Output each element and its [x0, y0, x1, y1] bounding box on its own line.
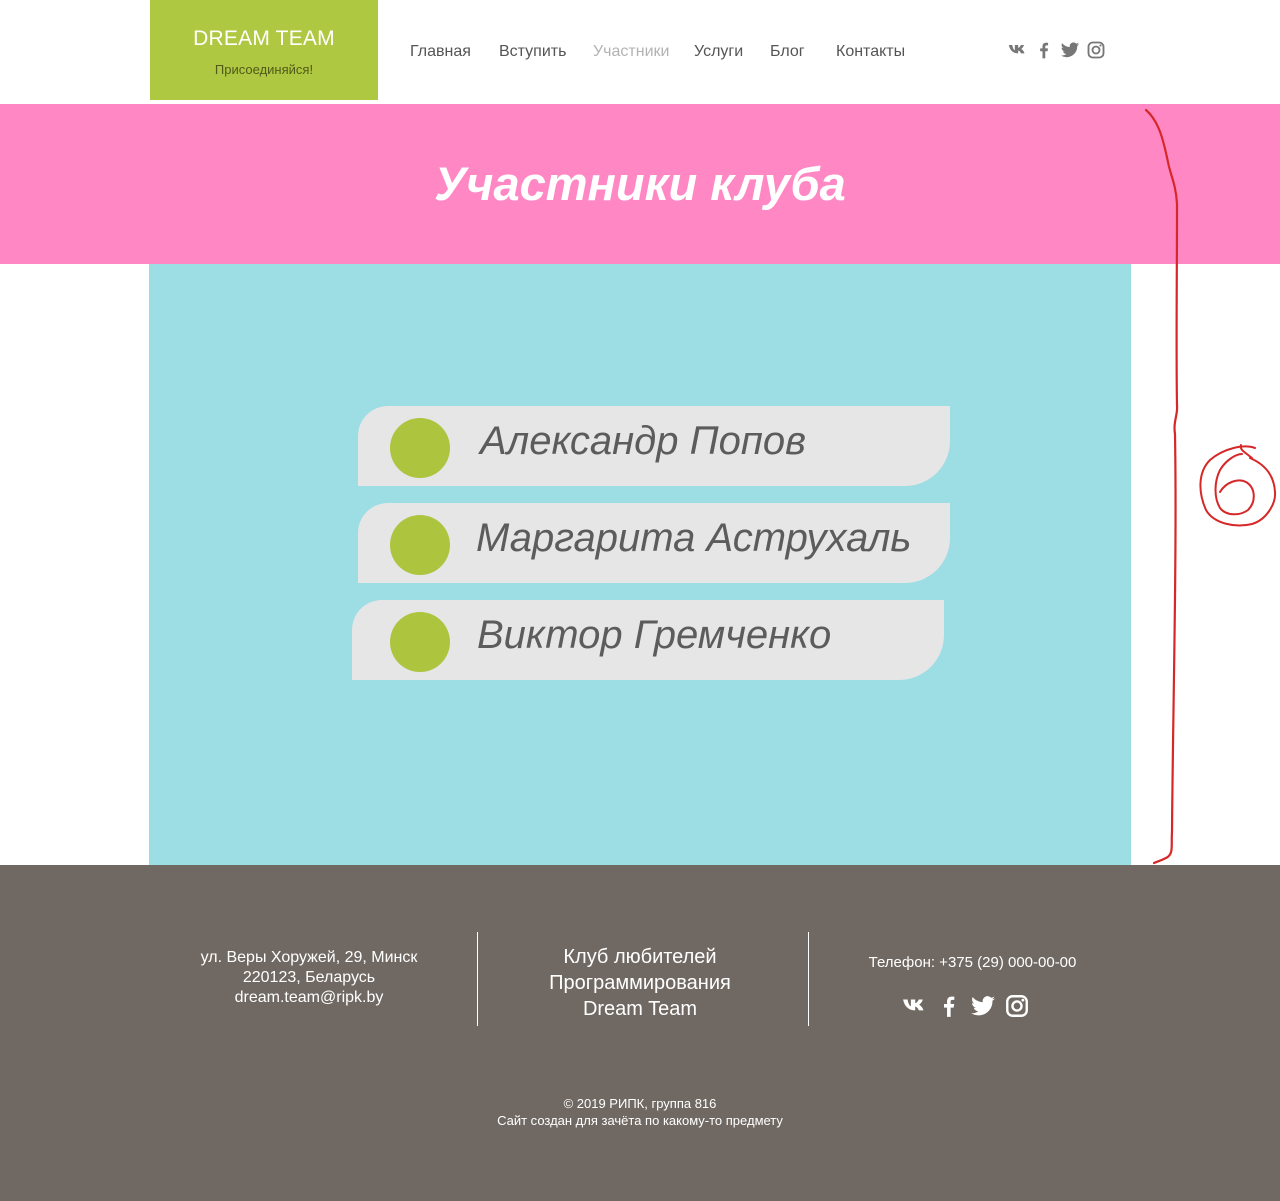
vk-icon[interactable]	[1008, 40, 1028, 60]
twitter-icon[interactable]	[1060, 40, 1080, 60]
annotation-number-six	[1199, 444, 1277, 527]
club-line-3: Dream Team	[582, 998, 698, 1020]
member-name: Маргарита Аструхаль	[476, 516, 912, 560]
logo-title: DREAM TEAM	[193, 27, 335, 50]
nav-home[interactable]: Главная	[410, 43, 471, 61]
address-city: 220123, Беларусь	[242, 969, 376, 986]
nav-members[interactable]: Участники	[593, 43, 669, 61]
copyright-line-2: Сайт создан для зачёта по какому-то пред…	[497, 1113, 783, 1128]
member-card[interactable]: Маргарита Аструхаль	[358, 503, 950, 583]
member-name: Виктор Гремченко	[477, 613, 832, 657]
page-banner: Участники клуба	[0, 104, 1280, 264]
member-avatar	[390, 418, 450, 478]
member-name: Александр Попов	[480, 419, 807, 463]
member-card[interactable]: Виктор Гремченко	[352, 600, 944, 680]
logo[interactable]: DREAM TEAM Присоединяйся!	[150, 0, 378, 100]
footer-address: ул. Веры Хоружей, 29, Минск 220123, Бела…	[180, 948, 438, 1008]
nav-contacts[interactable]: Контакты	[836, 43, 905, 61]
facebook-icon[interactable]	[1034, 40, 1054, 60]
footer-club-name: Клуб любителей Программирования Dream Te…	[500, 944, 780, 1022]
logo-subtitle: Присоединяйся!	[214, 62, 314, 77]
member-avatar	[390, 515, 450, 575]
facebook-icon[interactable]	[936, 993, 962, 1019]
address-email[interactable]: dream.team@ripk.by	[180, 988, 438, 1008]
club-line-1: Клуб любителей	[563, 946, 717, 968]
instagram-icon[interactable]	[1086, 40, 1106, 60]
nav-blog[interactable]: Блог	[770, 43, 805, 61]
member-avatar	[390, 612, 450, 672]
vk-icon[interactable]	[902, 993, 928, 1019]
nav-services[interactable]: Услуги	[694, 43, 743, 61]
instagram-icon[interactable]	[1004, 993, 1030, 1019]
site-footer: ул. Веры Хоружей, 29, Минск 220123, Бела…	[0, 865, 1280, 1201]
footer-phone: Телефон: +375 (29) 000-00-00	[868, 954, 1077, 971]
site-header: DREAM TEAM Присоединяйся! Главная Вступи…	[0, 0, 1280, 104]
copyright-line-1: © 2019 РИПК, группа 816	[563, 1096, 717, 1111]
page-title: Участники клуба	[434, 157, 846, 210]
members-panel: Александр Попов Маргарита Аструхаль Викт…	[149, 264, 1131, 865]
footer-divider	[808, 932, 809, 1026]
twitter-icon[interactable]	[970, 993, 996, 1019]
club-line-2: Программирования	[549, 972, 731, 994]
member-card[interactable]: Александр Попов	[358, 406, 950, 486]
footer-divider	[477, 932, 478, 1026]
address-street: ул. Веры Хоружей, 29, Минск	[200, 949, 418, 966]
nav-join[interactable]: Вступить	[499, 43, 566, 61]
footer-copyright: © 2019 РИПК, группа 816 Сайт создан для …	[0, 1095, 1280, 1129]
